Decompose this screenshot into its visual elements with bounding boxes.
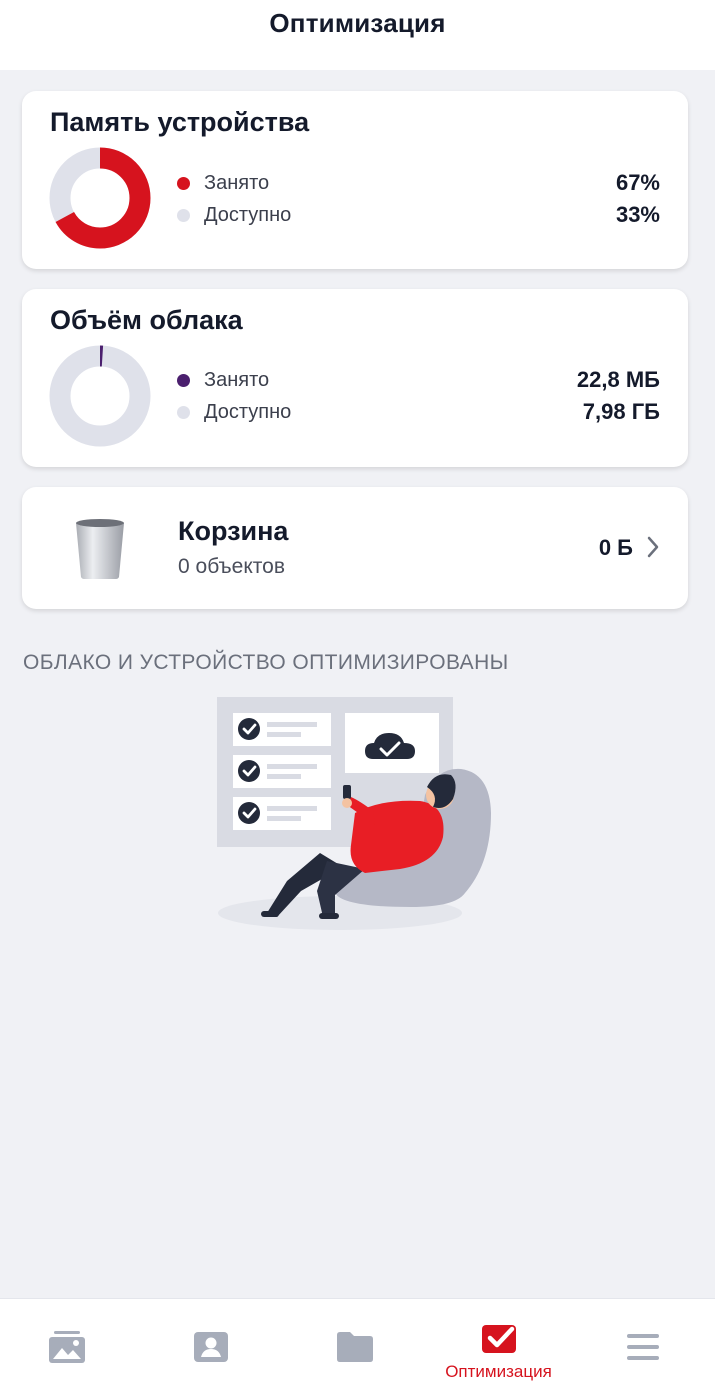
bottom-navigation: Оптимизация <box>0 1298 715 1393</box>
trash-title: Корзина <box>178 516 289 546</box>
cloud-available-value: 7,98 ГБ <box>582 399 660 424</box>
device-used-value: 67% <box>615 170 660 195</box>
cloud-available-label: Доступно <box>204 400 292 423</box>
nav-item-gallery[interactable] <box>0 1299 138 1393</box>
device-storage-title: Память устройства <box>50 107 310 137</box>
folder-icon <box>336 1332 373 1362</box>
cloud-used-row: Занято 22,8 МБ <box>177 365 660 395</box>
nav-item-contacts[interactable] <box>139 1299 282 1393</box>
nav-label-optimization: Оптимизация <box>445 1362 552 1381</box>
cloud-used-label: Занято <box>204 368 270 391</box>
optimization-check-icon <box>481 1325 516 1353</box>
device-storage-donut-chart <box>49 147 151 249</box>
cloud-used-dot <box>177 373 190 387</box>
top-bar: Оптимизация <box>0 0 715 70</box>
trash-size: 0 Б <box>598 535 633 560</box>
optimized-illustration <box>217 697 491 930</box>
nav-item-optimization[interactable]: Оптимизация <box>427 1299 570 1393</box>
device-available-row: Доступно 33% <box>177 200 660 230</box>
optimized-status-heading: ОБЛАКО И УСТРОЙСТВО ОПТИМИЗИРОВАНЫ <box>23 651 509 674</box>
device-used-dot <box>177 176 190 190</box>
nav-item-files[interactable] <box>283 1299 426 1393</box>
contacts-icon <box>193 1332 228 1362</box>
chevron-right-icon <box>647 536 659 558</box>
cloud-storage-donut-chart <box>49 345 151 447</box>
device-available-label: Доступно <box>204 203 292 226</box>
trash-card[interactable]: Корзина 0 объектов 0 Б <box>22 487 688 609</box>
cloud-available-dot <box>177 405 190 419</box>
device-available-value: 33% <box>615 202 660 227</box>
page-title: Оптимизация <box>269 8 446 38</box>
cloud-storage-card[interactable]: Объём облака Занято 22,8 МБ Доступно 7,9… <box>22 289 688 467</box>
menu-icon <box>626 1334 659 1360</box>
cloud-storage-title: Объём облака <box>50 305 243 335</box>
nav-item-menu[interactable] <box>571 1299 714 1393</box>
device-available-dot <box>177 208 190 222</box>
cloud-available-row: Доступно 7,98 ГБ <box>177 397 660 427</box>
gallery-icon <box>48 1331 85 1363</box>
cloud-used-value: 22,8 МБ <box>576 367 660 392</box>
trash-can-icon <box>76 519 124 579</box>
device-used-label: Занято <box>204 171 270 194</box>
trash-item-count: 0 объектов <box>178 555 285 578</box>
device-used-row: Занято 67% <box>177 168 660 198</box>
cloud-storage-available-arc <box>49 345 151 447</box>
device-storage-card[interactable]: Память устройства Занято 67% Доступно 33… <box>22 91 688 269</box>
